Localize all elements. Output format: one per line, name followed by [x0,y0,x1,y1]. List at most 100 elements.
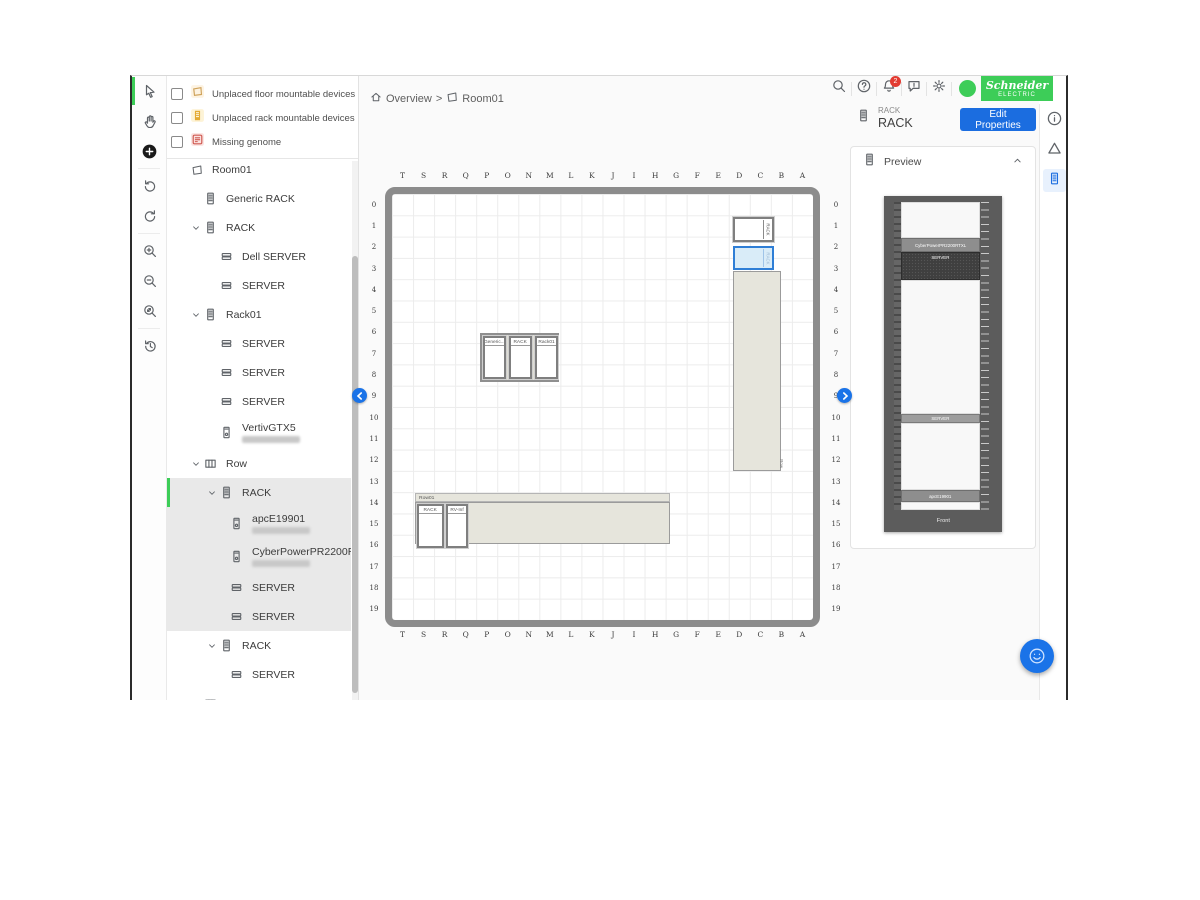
chevron-down-icon[interactable] [205,486,218,499]
grid-label: 8 [827,364,845,385]
settings-button[interactable] [929,79,949,99]
tree-item-server[interactable]: SERVER [167,329,351,358]
redacted-ip [242,436,300,443]
tree-item-rack[interactable]: RACK [167,478,351,507]
server-icon [219,278,234,293]
tree-item-apce19901[interactable]: apcE19901 [167,507,351,540]
search-button[interactable] [829,79,849,99]
tree-scrollbar[interactable] [352,161,358,700]
breadcrumb-separator: > [436,93,442,105]
assistant-fab[interactable] [1020,639,1054,673]
toolbar-divider [138,233,160,234]
grid-label: E [708,171,729,180]
breadcrumb-room[interactable]: Room01 [462,93,504,105]
tree-item-rack01[interactable]: Rack01 [167,300,351,329]
grid-label: G [666,630,687,639]
canvas-object-rack[interactable]: RACK [509,336,532,379]
feedback-button[interactable] [904,79,924,99]
canvas-object-rack-selected[interactable]: RACK [733,246,774,270]
select-tool-button[interactable] [132,76,167,106]
redo-button[interactable] [132,201,167,231]
server-icon [219,394,234,409]
zoom-out-button[interactable] [132,266,167,296]
grid-label: 15 [827,513,845,534]
canvas-object-rack-generic[interactable]: Generic... [483,336,506,379]
zoom-in-button[interactable] [132,236,167,266]
tree-item-cyberpowerpr2200r[interactable]: CyberPowerPR2200R... [167,540,351,573]
tree-item-generic-rack[interactable]: Generic RACK [167,184,351,213]
tree-item-server[interactable]: SERVER [167,387,351,416]
rack-tab[interactable] [1043,169,1066,192]
object-label: RACK [763,220,772,239]
tree-item-vertivgtx5[interactable]: VertivGTX5 [167,416,351,449]
grid-label: 2 [827,237,845,258]
canvas-object-row-container-vertical[interactable]: Row [733,271,781,471]
add-tool-button[interactable] [132,136,167,166]
tree-item-label: Generic RACK [226,193,295,205]
server-icon [219,336,234,351]
grid-label: 3 [365,258,383,279]
chevron-up-icon[interactable] [1012,153,1023,171]
rack-icon [203,220,218,235]
tree-item-room01[interactable]: Room01 [167,155,351,184]
legend-checkbox[interactable] [171,112,183,124]
feedback-icon [907,79,921,98]
grid-label: 8 [365,364,383,385]
tree-item-label: SERVER [242,396,285,408]
tree-item-server[interactable]: SERVER [167,602,351,631]
grid-label: 17 [827,556,845,577]
undo-button[interactable] [132,171,167,201]
pan-icon [143,114,157,128]
edit-properties-button[interactable]: Edit Properties [960,108,1036,131]
canvas-object-row01-strip[interactable]: Row01 [415,493,670,502]
legend-checkbox[interactable] [171,88,183,100]
collapse-right-panel-button[interactable] [837,388,852,403]
legend-checkbox[interactable] [171,136,183,148]
room-icon [446,91,458,106]
chevron-down-icon[interactable] [189,221,202,234]
preview-slot-device-bar-server: SERVER [901,414,980,423]
rack-icon [203,307,218,322]
chevron-down-icon[interactable] [205,639,218,652]
server-icon [229,667,244,682]
tree-item-server[interactable]: SERVER [167,573,351,602]
floor-canvas[interactable]: Overview > Room01 TSRQPONMLKJIHGFEDCBA T… [359,76,847,700]
tree-item-rack[interactable]: RACK [167,213,351,242]
grid-label: D [729,630,750,639]
tree-item-rack[interactable]: RACK [167,631,351,660]
tree-item-dell-server[interactable]: Dell SERVER [167,242,351,271]
zoom-fit-button[interactable] [132,296,167,326]
history-button[interactable] [132,331,167,361]
tree-item-row[interactable]: Row [167,449,351,478]
tree-item-row01[interactable]: Row01 [167,689,351,700]
notification-badge: 2 [890,76,901,87]
avatar[interactable] [959,80,976,97]
canvas-object-rack[interactable]: RV-Inf [446,504,468,548]
grid-label: C [750,171,771,180]
chevron-down-icon[interactable] [189,457,202,470]
object-label: RACK [419,506,442,514]
selection-header: RACK RACK Edit Properties [847,104,1039,138]
canvas-object-rack[interactable]: RACK [417,504,444,548]
canvas-object-rack01[interactable]: Rack01 [535,336,558,379]
room-outline[interactable]: RowRACKRACKGeneric...RACKRack01Row01RACK… [385,187,820,627]
alarm-icon [1047,141,1062,161]
chevron-down-icon[interactable] [189,308,202,321]
notifications-button[interactable]: 2 [879,79,899,99]
pan-tool-button[interactable] [132,106,167,136]
alarms-tab[interactable] [1043,139,1066,162]
canvas-object-rack-top[interactable]: RACK [733,217,774,242]
tree-item-server[interactable]: SERVER [167,358,351,387]
help-button[interactable] [854,79,874,99]
rack-rail [894,202,901,510]
selection-name: RACK [878,116,913,130]
redacted-ip [252,527,310,534]
collapse-left-panel-button[interactable] [352,388,367,403]
tree-item-server[interactable]: SERVER [167,660,351,689]
chevron-down-icon[interactable] [189,697,202,700]
info-tab[interactable] [1043,109,1066,132]
breadcrumb-overview[interactable]: Overview [386,93,432,105]
tree-item-server[interactable]: SERVER [167,271,351,300]
grid-label: B [771,171,792,180]
tree-scrollbar-thumb[interactable] [352,256,358,693]
